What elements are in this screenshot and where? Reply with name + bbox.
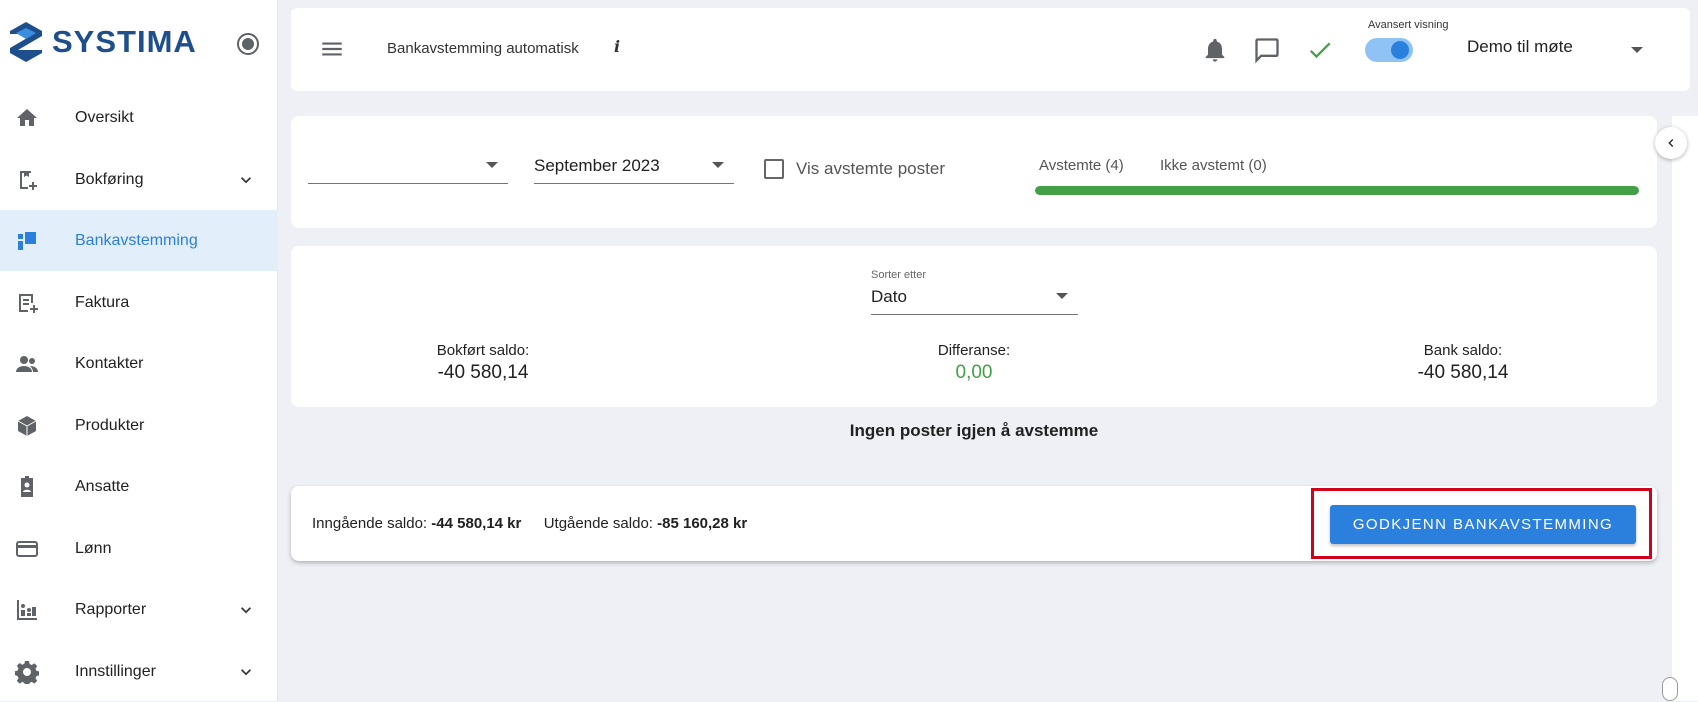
page-title: Bankavstemming automatisk xyxy=(387,40,579,57)
sort-select[interactable]: Dato xyxy=(871,282,1078,315)
progress-fill xyxy=(1035,186,1639,195)
difference-label: Differanse: xyxy=(937,342,1011,359)
sidebar-item-label: Ansatte xyxy=(75,477,130,495)
balance-line: Inngående saldo: -44 580,14 kr Utgående … xyxy=(312,515,747,532)
sidebar-item-label: Kontakter xyxy=(75,354,144,372)
sidebar-pin-toggle[interactable] xyxy=(237,33,259,55)
difference: Differanse: 0,00 xyxy=(874,342,1074,384)
period-select-value: September 2023 xyxy=(534,156,660,175)
difference-value: 0,00 xyxy=(955,362,993,383)
top-bar: Bankavstemming automatisk i Avansert vis… xyxy=(291,8,1690,91)
sidebar-item-oversikt[interactable]: Oversikt xyxy=(0,87,278,148)
sidebar-item-faktura[interactable]: Faktura xyxy=(0,272,278,333)
sidebar-item-label: Lønn xyxy=(75,539,112,557)
opening-balance-label: Inngående saldo: xyxy=(312,515,428,532)
advanced-view-label: Avansert visning xyxy=(1368,19,1449,31)
sidebar-item-label: Innstillinger xyxy=(75,662,156,680)
badge-icon xyxy=(21,475,33,497)
contacts-icon xyxy=(16,355,38,372)
sidebar-item-bankavstemming[interactable]: Bankavstemming xyxy=(0,210,278,271)
gear-icon xyxy=(15,660,39,684)
sidebar-item-label: Bokføring xyxy=(75,170,144,188)
bookkeeping-icon xyxy=(20,170,37,190)
credit-card-icon xyxy=(16,540,38,557)
bank-reconciliation-icon xyxy=(18,231,36,250)
caret-down-icon xyxy=(712,162,724,168)
period-select[interactable]: September 2023 xyxy=(534,151,734,184)
balance-footer-card: Inngående saldo: -44 580,14 kr Utgående … xyxy=(291,486,1657,561)
hamburger-menu-icon[interactable] xyxy=(319,36,345,62)
sidebar-item-bokforing[interactable]: Bokføring xyxy=(0,149,278,210)
sidebar: SYSTIMA Oversikt Bokføring Bankavstemmin… xyxy=(0,0,278,701)
collapse-panel-button[interactable] xyxy=(1655,127,1687,159)
right-panel-strip xyxy=(1672,116,1698,701)
sidebar-item-lonn[interactable]: Lønn xyxy=(0,518,278,579)
caret-down-icon xyxy=(1056,293,1068,299)
bank-balance-value: -40 580,14 xyxy=(1417,362,1509,383)
closing-balance-label: Utgående saldo: xyxy=(543,515,653,532)
opening-balance-value: -44 580,14 kr xyxy=(431,515,522,532)
info-icon[interactable]: i xyxy=(614,37,620,56)
company-selector[interactable]: Demo til møte xyxy=(1467,37,1573,57)
logo-row: SYSTIMA xyxy=(0,0,277,90)
chevron-down-icon[interactable] xyxy=(236,170,256,190)
systima-logo[interactable]: SYSTIMA xyxy=(8,20,197,64)
sidebar-item-label: Produkter xyxy=(75,416,145,434)
booked-balance-value: -40 580,14 xyxy=(437,362,529,383)
bank-balance: Bank saldo: -40 580,14 xyxy=(1363,342,1563,384)
chevron-down-icon[interactable] xyxy=(236,662,256,682)
sidebar-item-ansatte[interactable]: Ansatte xyxy=(0,456,278,517)
sidebar-item-label: Oversikt xyxy=(75,108,134,126)
drag-handle[interactable] xyxy=(1662,677,1678,701)
chat-icon[interactable] xyxy=(1253,36,1281,64)
caret-down-icon xyxy=(486,162,498,168)
home-icon xyxy=(17,108,37,126)
caret-down-icon[interactable] xyxy=(1630,45,1644,55)
booked-balance: Bokført saldo: -40 580,14 xyxy=(383,342,583,384)
sidebar-item-produkter[interactable]: Produkter xyxy=(0,395,278,456)
chevron-left-icon xyxy=(1668,139,1674,147)
bell-icon[interactable] xyxy=(1201,36,1229,64)
sidebar-item-innstillinger[interactable]: Innstillinger xyxy=(0,641,278,702)
approve-highlight-box: GODKJENN BANKAVSTEMMING xyxy=(1311,488,1652,559)
sort-select-value: Dato xyxy=(871,287,907,306)
closing-balance-value: -85 160,28 kr xyxy=(657,515,748,532)
chevron-down-icon[interactable] xyxy=(236,600,256,620)
show-reconciled-checkbox[interactable] xyxy=(764,159,784,179)
booked-balance-label: Bokført saldo: xyxy=(436,342,530,359)
sort-label: Sorter etter xyxy=(871,269,927,281)
sidebar-item-kontakter[interactable]: Kontakter xyxy=(0,333,278,394)
invoice-icon xyxy=(19,293,38,313)
brand-name: SYSTIMA xyxy=(52,24,197,59)
reports-icon xyxy=(17,599,37,620)
filter-card: September 2023 Vis avstemte poster Avste… xyxy=(291,116,1657,228)
bank-balance-label: Bank saldo: xyxy=(1423,342,1503,359)
check-icon[interactable] xyxy=(1306,36,1334,64)
account-select[interactable] xyxy=(308,151,508,184)
advanced-view-toggle[interactable] xyxy=(1365,38,1413,62)
box-icon xyxy=(17,415,37,436)
toggle-knob xyxy=(1391,41,1409,59)
tab-reconciled[interactable]: Avstemte (4) xyxy=(1039,157,1124,174)
sidebar-item-label: Rapporter xyxy=(75,600,147,618)
sidebar-item-rapporter[interactable]: Rapporter xyxy=(0,579,278,640)
approve-reconciliation-button[interactable]: GODKJENN BANKAVSTEMMING xyxy=(1330,505,1636,544)
summary-card: Sorter etter Dato Bokført saldo: -40 580… xyxy=(291,246,1657,407)
show-reconciled-label[interactable]: Vis avstemte poster xyxy=(796,159,945,179)
empty-state-message: Ingen poster igjen å avstemme xyxy=(849,421,1099,440)
sidebar-item-label: Bankavstemming xyxy=(75,231,198,249)
reconciliation-progress-bar xyxy=(1035,186,1639,195)
tab-not-reconciled[interactable]: Ikke avstemt (0) xyxy=(1160,157,1267,174)
systima-logo-mark-icon xyxy=(10,22,42,62)
sidebar-item-label: Faktura xyxy=(75,293,130,311)
